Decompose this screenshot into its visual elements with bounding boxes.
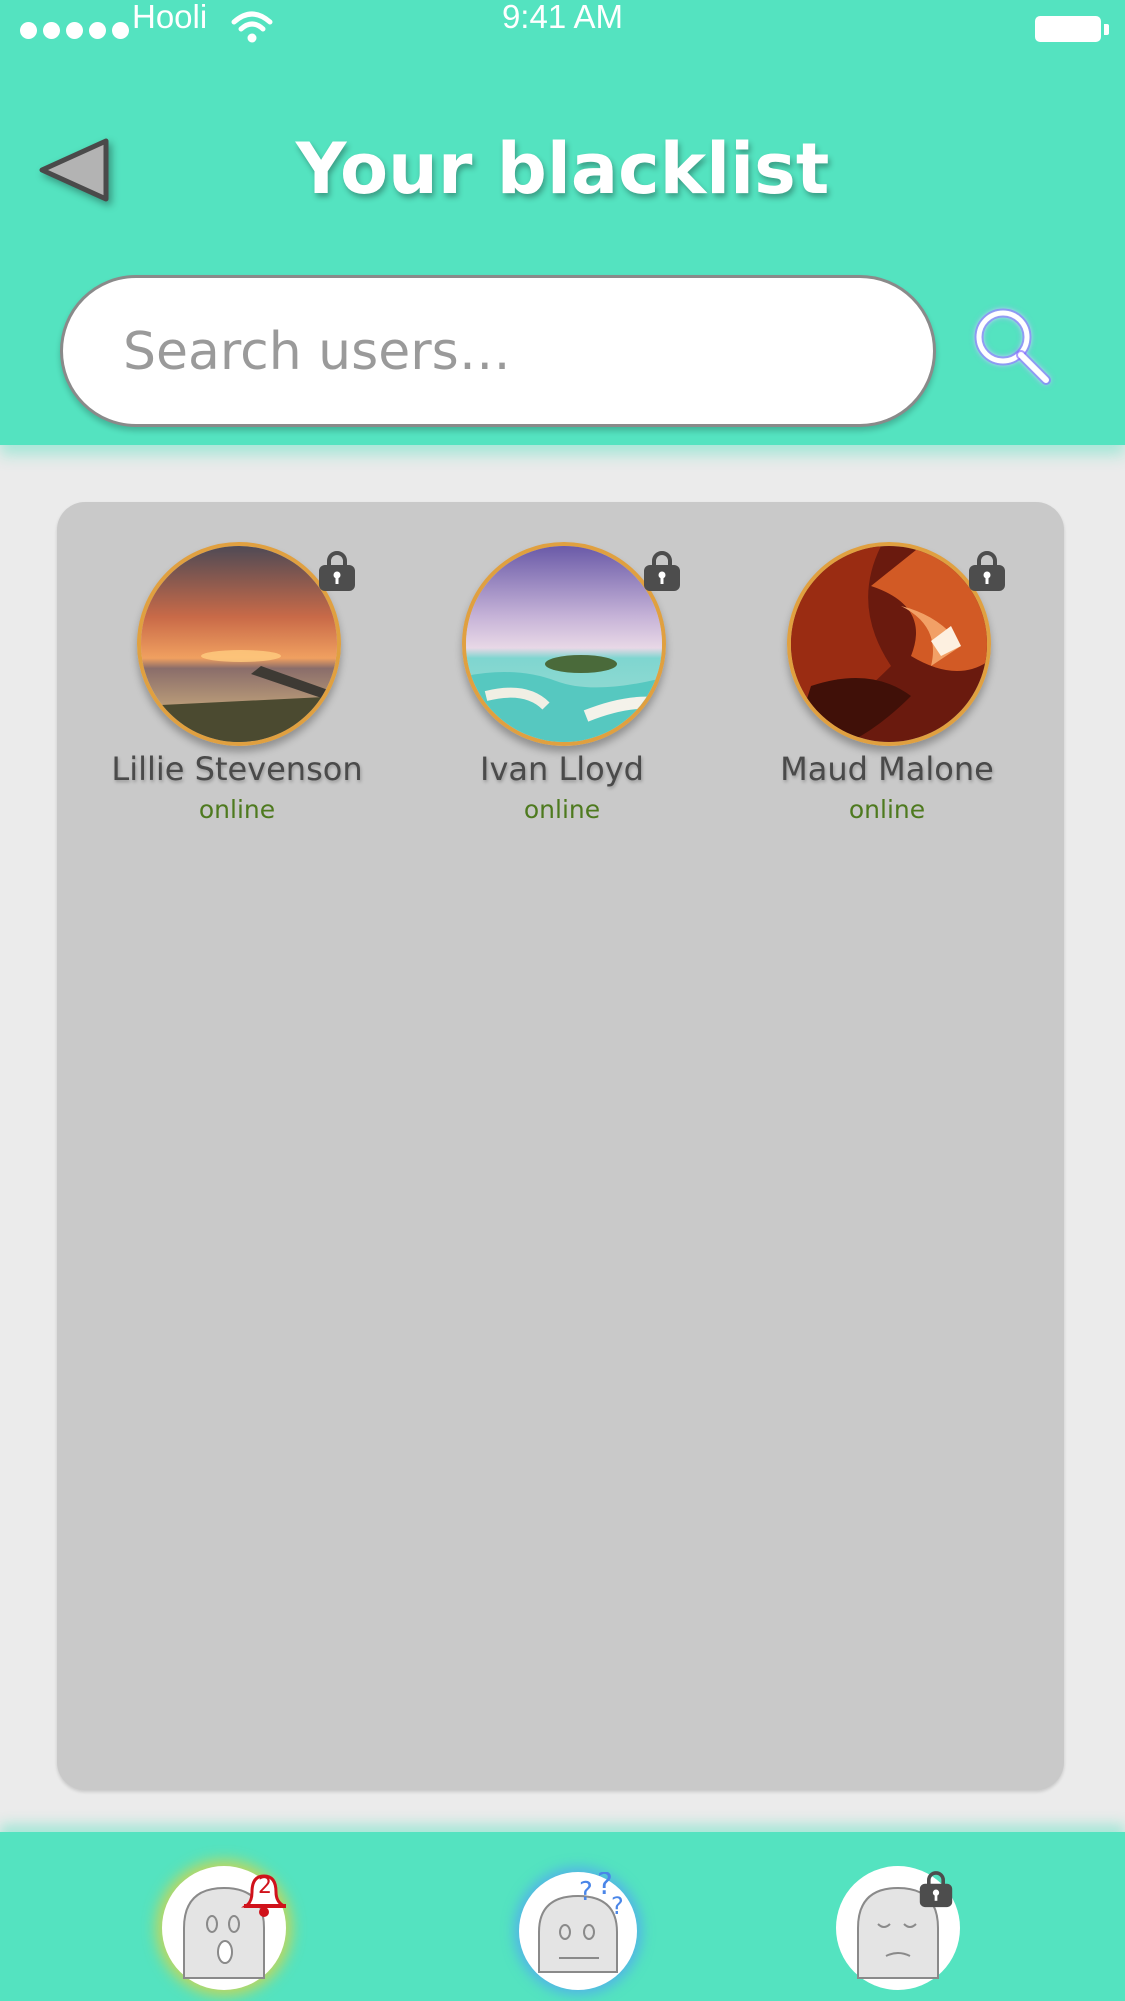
lock-icon [319, 551, 355, 591]
tab-alerts[interactable]: 2 [162, 1866, 286, 1990]
svg-text:?: ? [611, 1892, 624, 1920]
tab-questions[interactable]: ? ? ? [519, 1872, 637, 1990]
search-icon[interactable] [966, 300, 1060, 394]
user-card-maud-malone[interactable]: Maud Malone online [737, 542, 1037, 824]
tab-bar: 2 ? ? ? [0, 1832, 1125, 2001]
user-status: online [523, 795, 601, 824]
battery-tip [1104, 24, 1109, 35]
red-canyon-photo [791, 546, 987, 742]
avatar[interactable] [462, 542, 666, 746]
avatar[interactable] [137, 542, 341, 746]
lock-icon [919, 1871, 953, 1908]
user-status: online [198, 795, 276, 824]
blacklist-panel: Lillie Stevenson online Ivan Lloyd onlin… [57, 502, 1064, 1790]
user-status: online [848, 795, 926, 824]
battery-icon [1035, 16, 1101, 42]
tab-blacklist[interactable] [836, 1866, 960, 1990]
user-name: Maud Malone [780, 750, 994, 788]
lock-icon [644, 551, 680, 591]
questions-ghost-icon: ? ? ? [538, 1872, 624, 1973]
clock: 9:41 AM [501, 0, 624, 35]
user-card-lillie-stevenson[interactable]: Lillie Stevenson online [87, 542, 387, 824]
sunset-beach-photo [141, 546, 337, 742]
tropical-island-photo [466, 546, 662, 742]
search-field[interactable] [60, 275, 936, 427]
avatar[interactable] [787, 542, 991, 746]
user-name: Ivan Lloyd [480, 750, 644, 788]
lock-icon [969, 551, 1005, 591]
page-title: Your blacklist [295, 128, 830, 210]
user-name: Lillie Stevenson [111, 750, 363, 788]
search-input[interactable] [121, 308, 905, 396]
status-bar: Hooli 9:41 AM [0, 0, 1125, 60]
user-card-ivan-lloyd[interactable]: Ivan Lloyd online [412, 542, 712, 824]
notifications-badge: 2 [258, 1874, 272, 1899]
svg-text:?: ? [579, 1877, 593, 1907]
header: Hooli 9:41 AM Your blacklist [0, 0, 1125, 445]
